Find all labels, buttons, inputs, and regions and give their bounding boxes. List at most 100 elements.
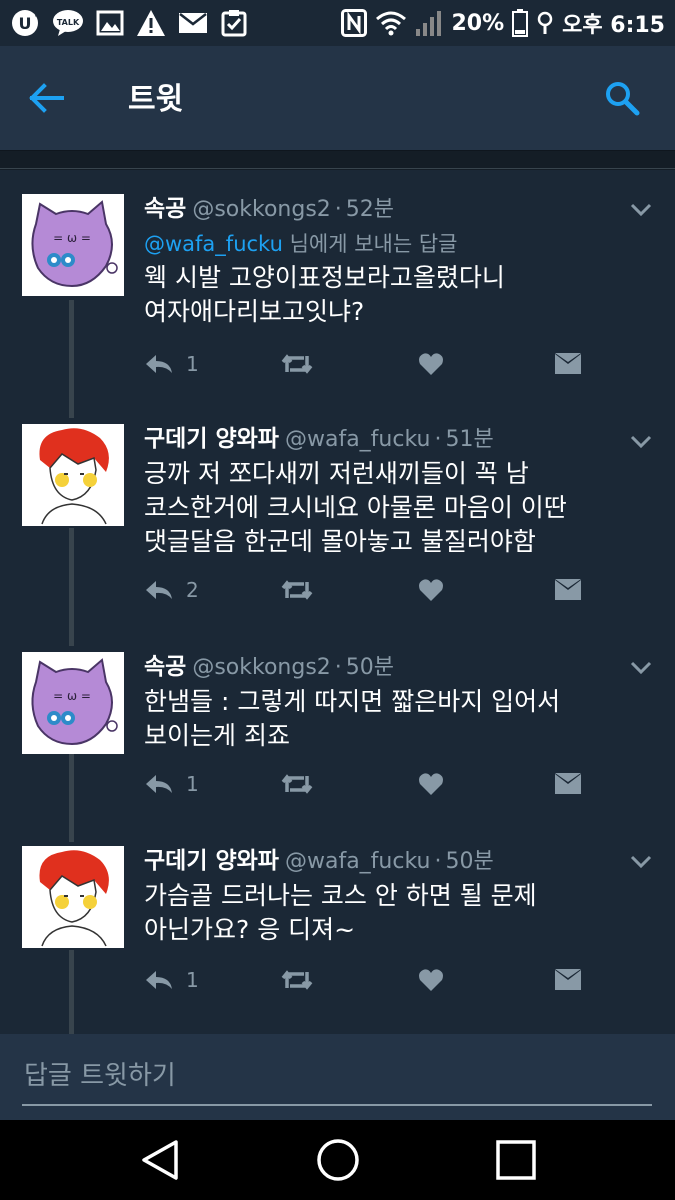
tweet-time: 50분 <box>345 655 395 680</box>
chevron-down-icon[interactable] <box>629 854 653 870</box>
envelope-icon <box>555 353 581 374</box>
retweet-button[interactable] <box>280 352 314 376</box>
gallery-icon <box>96 10 124 36</box>
retweet-icon <box>281 970 313 990</box>
direct-message-button[interactable] <box>554 968 582 992</box>
reply-button[interactable]: 1 <box>144 968 199 992</box>
retweet-button[interactable] <box>280 968 314 992</box>
heart-icon <box>419 579 443 601</box>
avatar[interactable] <box>22 846 124 948</box>
reply-button[interactable]: 1 <box>144 352 199 376</box>
tweet[interactable]: 구데기 양와파 @wafa_fucku · 50분 가슴골 드러나는 코스 안 하면 … <box>0 822 675 1034</box>
nav-recents-button[interactable] <box>492 1136 540 1184</box>
reply-count: 1 <box>186 772 199 796</box>
kakaotalk-icon: TALK <box>52 9 84 37</box>
avatar[interactable]: = ω = <box>22 194 124 296</box>
avatar[interactable] <box>22 424 124 526</box>
retweet-button[interactable] <box>280 578 314 602</box>
author-name[interactable]: 구데기 양와파 <box>144 848 279 874</box>
tweet-time: 51분 <box>445 427 494 452</box>
avatar[interactable]: = ω = <box>22 652 124 754</box>
nfc-icon <box>341 9 368 37</box>
nav-back-button[interactable] <box>136 1136 184 1184</box>
retweet-icon <box>281 580 313 600</box>
mail-icon <box>178 11 208 35</box>
direct-message-button[interactable] <box>554 352 582 376</box>
purple-cat-avatar: = ω = <box>22 652 124 754</box>
retweet-icon <box>281 354 313 374</box>
chevron-down-icon[interactable] <box>629 202 653 218</box>
tweet[interactable]: 구데기 양와파 @wafa_fucku · 51분 긍까 저 쪼다새끼 저런새끼들이 … <box>0 400 675 626</box>
clipboard-check-icon <box>220 9 248 37</box>
direct-message-button[interactable] <box>554 772 582 796</box>
reply-icon <box>146 581 172 599</box>
tweet-time: 52분 <box>345 197 395 222</box>
search-button[interactable] <box>598 76 646 120</box>
author-name[interactable]: 속공 <box>144 654 186 680</box>
page-title: 트윗 <box>128 82 184 117</box>
tweet-text: 한냄들 : 그렇게 따지면 짧은바지 입어서 보이는게 죄죠 <box>144 687 561 750</box>
reply-suffix: 님에게 보내는 답글 <box>282 232 458 256</box>
reply-button[interactable]: 2 <box>144 578 199 602</box>
reply-composer <box>0 1034 675 1120</box>
heart-icon <box>419 773 443 795</box>
author-handle[interactable]: @sokkongs2 <box>192 655 330 680</box>
reply-count: 2 <box>186 578 199 602</box>
like-button[interactable] <box>418 968 444 992</box>
tweet-text: 웩 시발 고양이표정보라고올렸다니 여자애다리보고잇냐? <box>144 263 505 326</box>
envelope-icon <box>555 773 581 794</box>
reply-context: @wafa_fucku 님에게 보내는 답글 <box>144 229 635 259</box>
heart-icon <box>419 353 443 375</box>
envelope-icon <box>555 579 581 600</box>
carrier-icon: U + <box>10 8 40 38</box>
svg-text:U: U <box>19 14 32 33</box>
chevron-down-icon[interactable] <box>629 434 653 450</box>
author-handle[interactable]: @wafa_fucku <box>285 849 431 874</box>
battery-percent: 20% <box>451 10 505 36</box>
header-divider <box>0 150 675 169</box>
author-name[interactable]: 속공 <box>144 196 186 222</box>
chevron-down-icon[interactable] <box>629 660 653 676</box>
like-button[interactable] <box>418 578 444 602</box>
tweet-thread[interactable]: = ω = 속공 @sokkongs2 · 52분 @wafa_fucku 님에게 보… <box>0 170 675 1034</box>
clock: 오후 6:15 <box>562 13 665 38</box>
svg-text:+: + <box>34 11 40 22</box>
svg-text:= ω =: = ω = <box>53 689 91 703</box>
reply-icon <box>146 355 172 373</box>
wifi-icon <box>375 10 407 36</box>
recents-square-icon <box>496 1140 536 1180</box>
back-button[interactable] <box>24 78 68 118</box>
tweet[interactable]: = ω = 속공 @sokkongs2 · 52분 @wafa_fucku 님에게 보… <box>0 170 675 400</box>
tweet-text: 긍까 저 쪼다새끼 저런새끼들이 꼭 남 코스한거에 크시네요 아물론 마음이 … <box>144 459 567 556</box>
author-handle[interactable]: @wafa_fucku <box>285 427 431 452</box>
svg-text:TALK: TALK <box>57 18 80 27</box>
reply-mention-link[interactable]: @wafa_fucku <box>144 232 283 256</box>
reply-button[interactable]: 1 <box>144 772 199 796</box>
reply-tweet-input[interactable] <box>22 1056 652 1106</box>
author-name[interactable]: 구데기 양와파 <box>144 426 279 452</box>
signal-icon <box>415 9 443 37</box>
app-bar: 트윗 <box>0 46 675 150</box>
warning-icon <box>136 9 166 37</box>
author-handle[interactable]: @sokkongs2 <box>192 197 330 222</box>
tweet-actions: 1 <box>144 772 594 806</box>
red-hair-boy-avatar <box>22 424 124 526</box>
red-hair-boy-avatar <box>22 846 124 948</box>
tweet-time: 50분 <box>445 849 494 874</box>
reply-count: 1 <box>186 352 199 376</box>
reply-icon <box>146 971 172 989</box>
tweet-text: 가슴골 드러나는 코스 안 하면 될 문제 아닌가요? 응 디져~ <box>144 881 537 944</box>
alarm-icon <box>536 11 554 35</box>
tweet-actions: 2 <box>144 578 594 612</box>
retweet-button[interactable] <box>280 772 314 796</box>
tweet-actions: 1 <box>144 352 594 386</box>
tweet[interactable]: = ω = 속공 @sokkongs2 · 50분 한냄들 : 그렇게 따지면 짧은바… <box>0 626 675 822</box>
direct-message-button[interactable] <box>554 578 582 602</box>
like-button[interactable] <box>418 352 444 376</box>
like-button[interactable] <box>418 772 444 796</box>
status-bar: U + TALK 20% 오후 6:15 <box>0 0 675 46</box>
back-arrow-icon <box>29 83 64 113</box>
reply-icon <box>146 775 172 793</box>
separator-dot: · <box>434 849 442 874</box>
nav-home-button[interactable] <box>314 1136 362 1184</box>
